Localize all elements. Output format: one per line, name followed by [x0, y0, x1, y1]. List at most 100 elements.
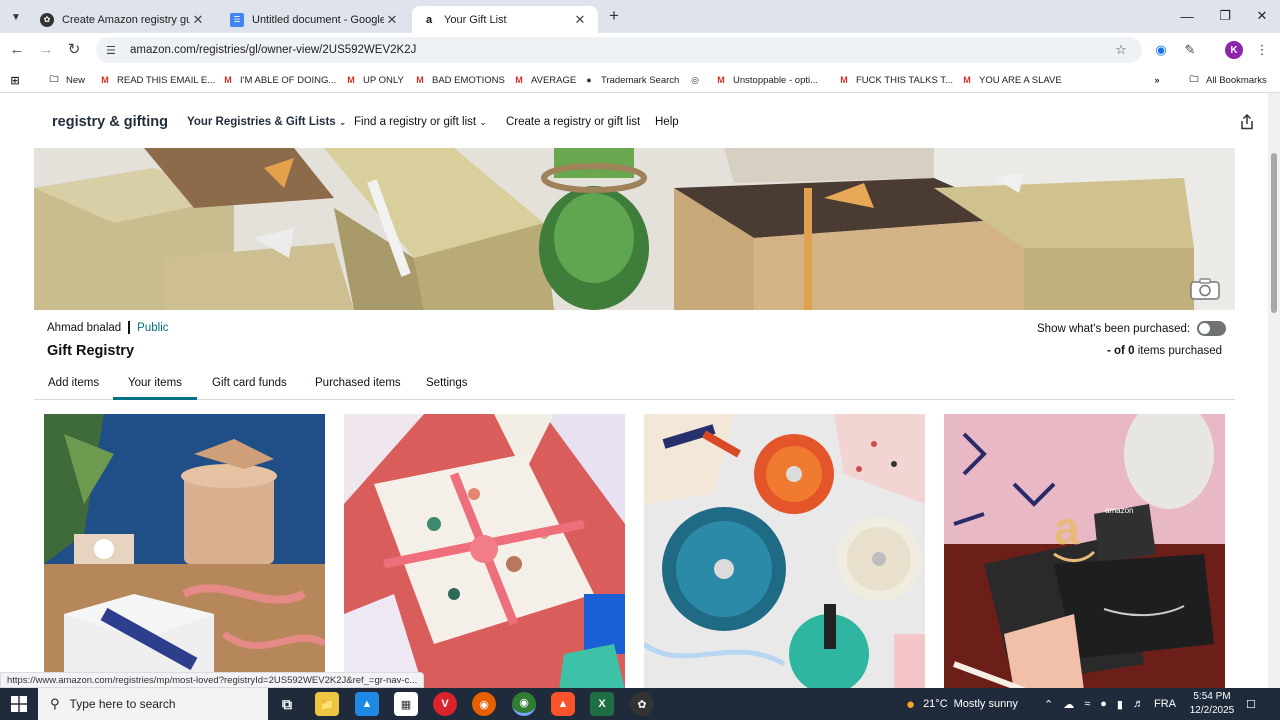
chrome-icon[interactable]: ◉ [512, 692, 536, 716]
product-card-gift-wrapping[interactable] [44, 414, 325, 690]
app-icon[interactable]: ▲ [355, 692, 379, 716]
tab-title: Your Gift List [444, 13, 507, 26]
browser-tab-strip: ▼ ✿ Create Amazon registry guide ✕ ☰ Unt… [0, 0, 1280, 33]
divider [128, 321, 131, 334]
url-text: amazon.com/registries/gl/owner-view/2US5… [130, 44, 417, 56]
new-tab-button[interactable]: + [604, 7, 624, 27]
search-icon: ⚲ [50, 696, 60, 711]
camera-icon[interactable] [1190, 278, 1220, 300]
gmail-icon: M [963, 75, 971, 85]
product-card-wrapped-present[interactable] [344, 414, 625, 690]
nav-help[interactable]: Help [655, 116, 679, 128]
nav-create-registry[interactable]: Create a registry or gift list [506, 116, 640, 128]
brave-icon[interactable]: ▲ [551, 692, 575, 716]
maximize-icon[interactable]: ❐ [1206, 0, 1244, 32]
bookmark-item[interactable]: M AVERAGE [513, 72, 576, 88]
scrollbar-thumb[interactable] [1271, 153, 1277, 313]
task-view-icon[interactable]: ⧉ [275, 692, 299, 716]
bookmark-item[interactable]: ◎ [689, 72, 707, 88]
registry-nav: registry & gifting Your Registries & Gif… [0, 104, 1268, 140]
visibility-link[interactable]: Public [137, 322, 168, 334]
bookmark-item[interactable]: M YOU ARE A SLAVE [961, 72, 1061, 88]
registry-title: Gift Registry [47, 343, 135, 359]
bookmark-item[interactable]: 🗀 New [48, 72, 85, 88]
show-purchased-toggle[interactable] [1197, 321, 1227, 336]
page-scrollbar[interactable] [1268, 93, 1280, 688]
tab-add-items[interactable]: Add items [48, 377, 99, 389]
tab-google-doc[interactable]: ☰ Untitled document - Google Do ✕ [220, 6, 410, 33]
firefox-icon[interactable]: ◉ [472, 692, 496, 716]
nav-your-registries[interactable]: Your Registries & Gift Lists ⌄ [187, 116, 346, 128]
registry-brand-link[interactable]: registry & gifting [52, 114, 168, 130]
windows-start-icon[interactable] [0, 688, 38, 720]
show-purchased-row: Show what's been purchased: [1037, 321, 1227, 336]
windows-taskbar: ⚲ Type here to search ⧉ 📁 ▲ ▦ V ◉ ◉ ▲ X … [0, 688, 1280, 720]
reload-icon[interactable]: ↻ [63, 39, 85, 61]
weather-widget[interactable]: ● 21°C Mostly sunny [906, 688, 1018, 720]
bookmark-item[interactable]: M FUCK THIS TALKS T... [838, 72, 953, 88]
chevron-down-icon: ⌄ [338, 117, 347, 127]
close-tab-icon[interactable]: ✕ [384, 12, 400, 28]
notifications-icon[interactable]: ☐ [1246, 688, 1256, 720]
purchased-count: - of 0 items purchased [1107, 345, 1223, 357]
minimize-icon[interactable]: — [1168, 0, 1206, 32]
bookmark-star-icon[interactable]: ☆ [1112, 41, 1130, 59]
microphone-icon[interactable]: ● [1100, 698, 1107, 710]
folder-icon: 🗀 [1189, 74, 1199, 84]
tab-title: Untitled document - Google Do [252, 13, 384, 26]
bookmark-item[interactable]: M I'M ABLE OF DOING... [222, 72, 336, 88]
system-clock[interactable]: 5:54 PM 12/2/2025 [1188, 690, 1236, 718]
bookmark-item[interactable]: ● Trademark Search [583, 72, 679, 88]
taskbar-search-input[interactable]: ⚲ Type here to search [38, 688, 268, 720]
tab-search-chevron-icon[interactable]: ▼ [6, 7, 26, 27]
forward-arrow-icon[interactable]: → [35, 39, 57, 61]
kebab-menu-icon[interactable]: ⋮ [1253, 41, 1271, 59]
system-tray: ⌃ ☁ ≈ ● ▮ ♬ FRA [1044, 688, 1176, 720]
tab-purchased-items[interactable]: Purchased items [315, 377, 401, 389]
tab-your-gift-list[interactable]: a Your Gift List ✕ [412, 6, 598, 33]
product-card-cookware[interactable] [644, 414, 925, 690]
owner-name: Ahmad bnalad [47, 321, 122, 334]
all-bookmarks[interactable]: 🗀 All Bookmarks [1188, 72, 1266, 88]
bookmark-item[interactable]: M BAD EMOTIONS [414, 72, 505, 88]
show-purchased-label: Show what's been purchased: [1037, 322, 1191, 335]
tray-chevron-up-icon[interactable]: ⌃ [1044, 698, 1053, 711]
openai-app-icon[interactable]: ✿ [630, 692, 654, 716]
close-window-icon[interactable]: ✕ [1243, 0, 1280, 32]
file-explorer-icon[interactable]: 📁 [315, 692, 339, 716]
svg-text:a: a [1054, 502, 1080, 554]
network-icon[interactable]: ≈ [1084, 698, 1090, 710]
onedrive-icon[interactable]: ☁ [1063, 698, 1074, 711]
site-info-icon[interactable]: ☰ [106, 44, 120, 57]
tab-create-registry-guide[interactable]: ✿ Create Amazon registry guide ✕ [30, 6, 216, 33]
store-icon[interactable]: ▦ [394, 692, 418, 716]
tab-gift-card-funds[interactable]: Gift card funds [212, 377, 287, 389]
extension-badge-icon[interactable]: ◉ [1152, 41, 1170, 59]
profile-avatar[interactable]: K [1225, 41, 1243, 59]
battery-icon[interactable]: ▮ [1117, 698, 1123, 711]
more-bookmarks-chevron-icon[interactable]: » [1151, 72, 1169, 88]
active-tab-indicator [113, 397, 197, 400]
nav-find-registry[interactable]: Find a registry or gift list ⌄ [354, 116, 487, 128]
link-hover-status: https://www.amazon.com/registries/mp/mos… [0, 672, 425, 688]
tab-your-items[interactable]: Your items [128, 377, 182, 389]
bookmark-item[interactable]: M UP ONLY [345, 72, 404, 88]
extensions-puzzle-icon[interactable]: ✎ [1181, 41, 1199, 59]
vivaldi-icon[interactable]: V [433, 692, 457, 716]
product-card-amazon-gift-card[interactable]: amazon a [944, 414, 1225, 690]
close-tab-icon[interactable]: ✕ [572, 12, 588, 28]
bookmark-item[interactable]: M READ THIS EMAIL E... [99, 72, 215, 88]
amazon-favicon-icon: a [422, 12, 436, 27]
language-indicator[interactable]: FRA [1154, 698, 1176, 710]
address-bar[interactable]: ☰ amazon.com/registries/gl/owner-view/2U… [96, 37, 1142, 63]
registry-tabs: Add items Your items Gift card funds Pur… [34, 370, 1235, 400]
tab-settings[interactable]: Settings [426, 377, 468, 389]
registry-owner-line: Ahmad bnalad Public [47, 321, 169, 334]
bookmark-item[interactable]: M Unstoppable - opti... [715, 72, 818, 88]
back-arrow-icon[interactable]: ← [6, 39, 28, 61]
volume-icon[interactable]: ♬ [1133, 698, 1144, 710]
close-tab-icon[interactable]: ✕ [190, 12, 206, 28]
excel-icon[interactable]: X [590, 692, 614, 716]
apps-grid-icon[interactable]: ⊞ [9, 72, 27, 88]
share-icon[interactable] [1240, 113, 1254, 130]
